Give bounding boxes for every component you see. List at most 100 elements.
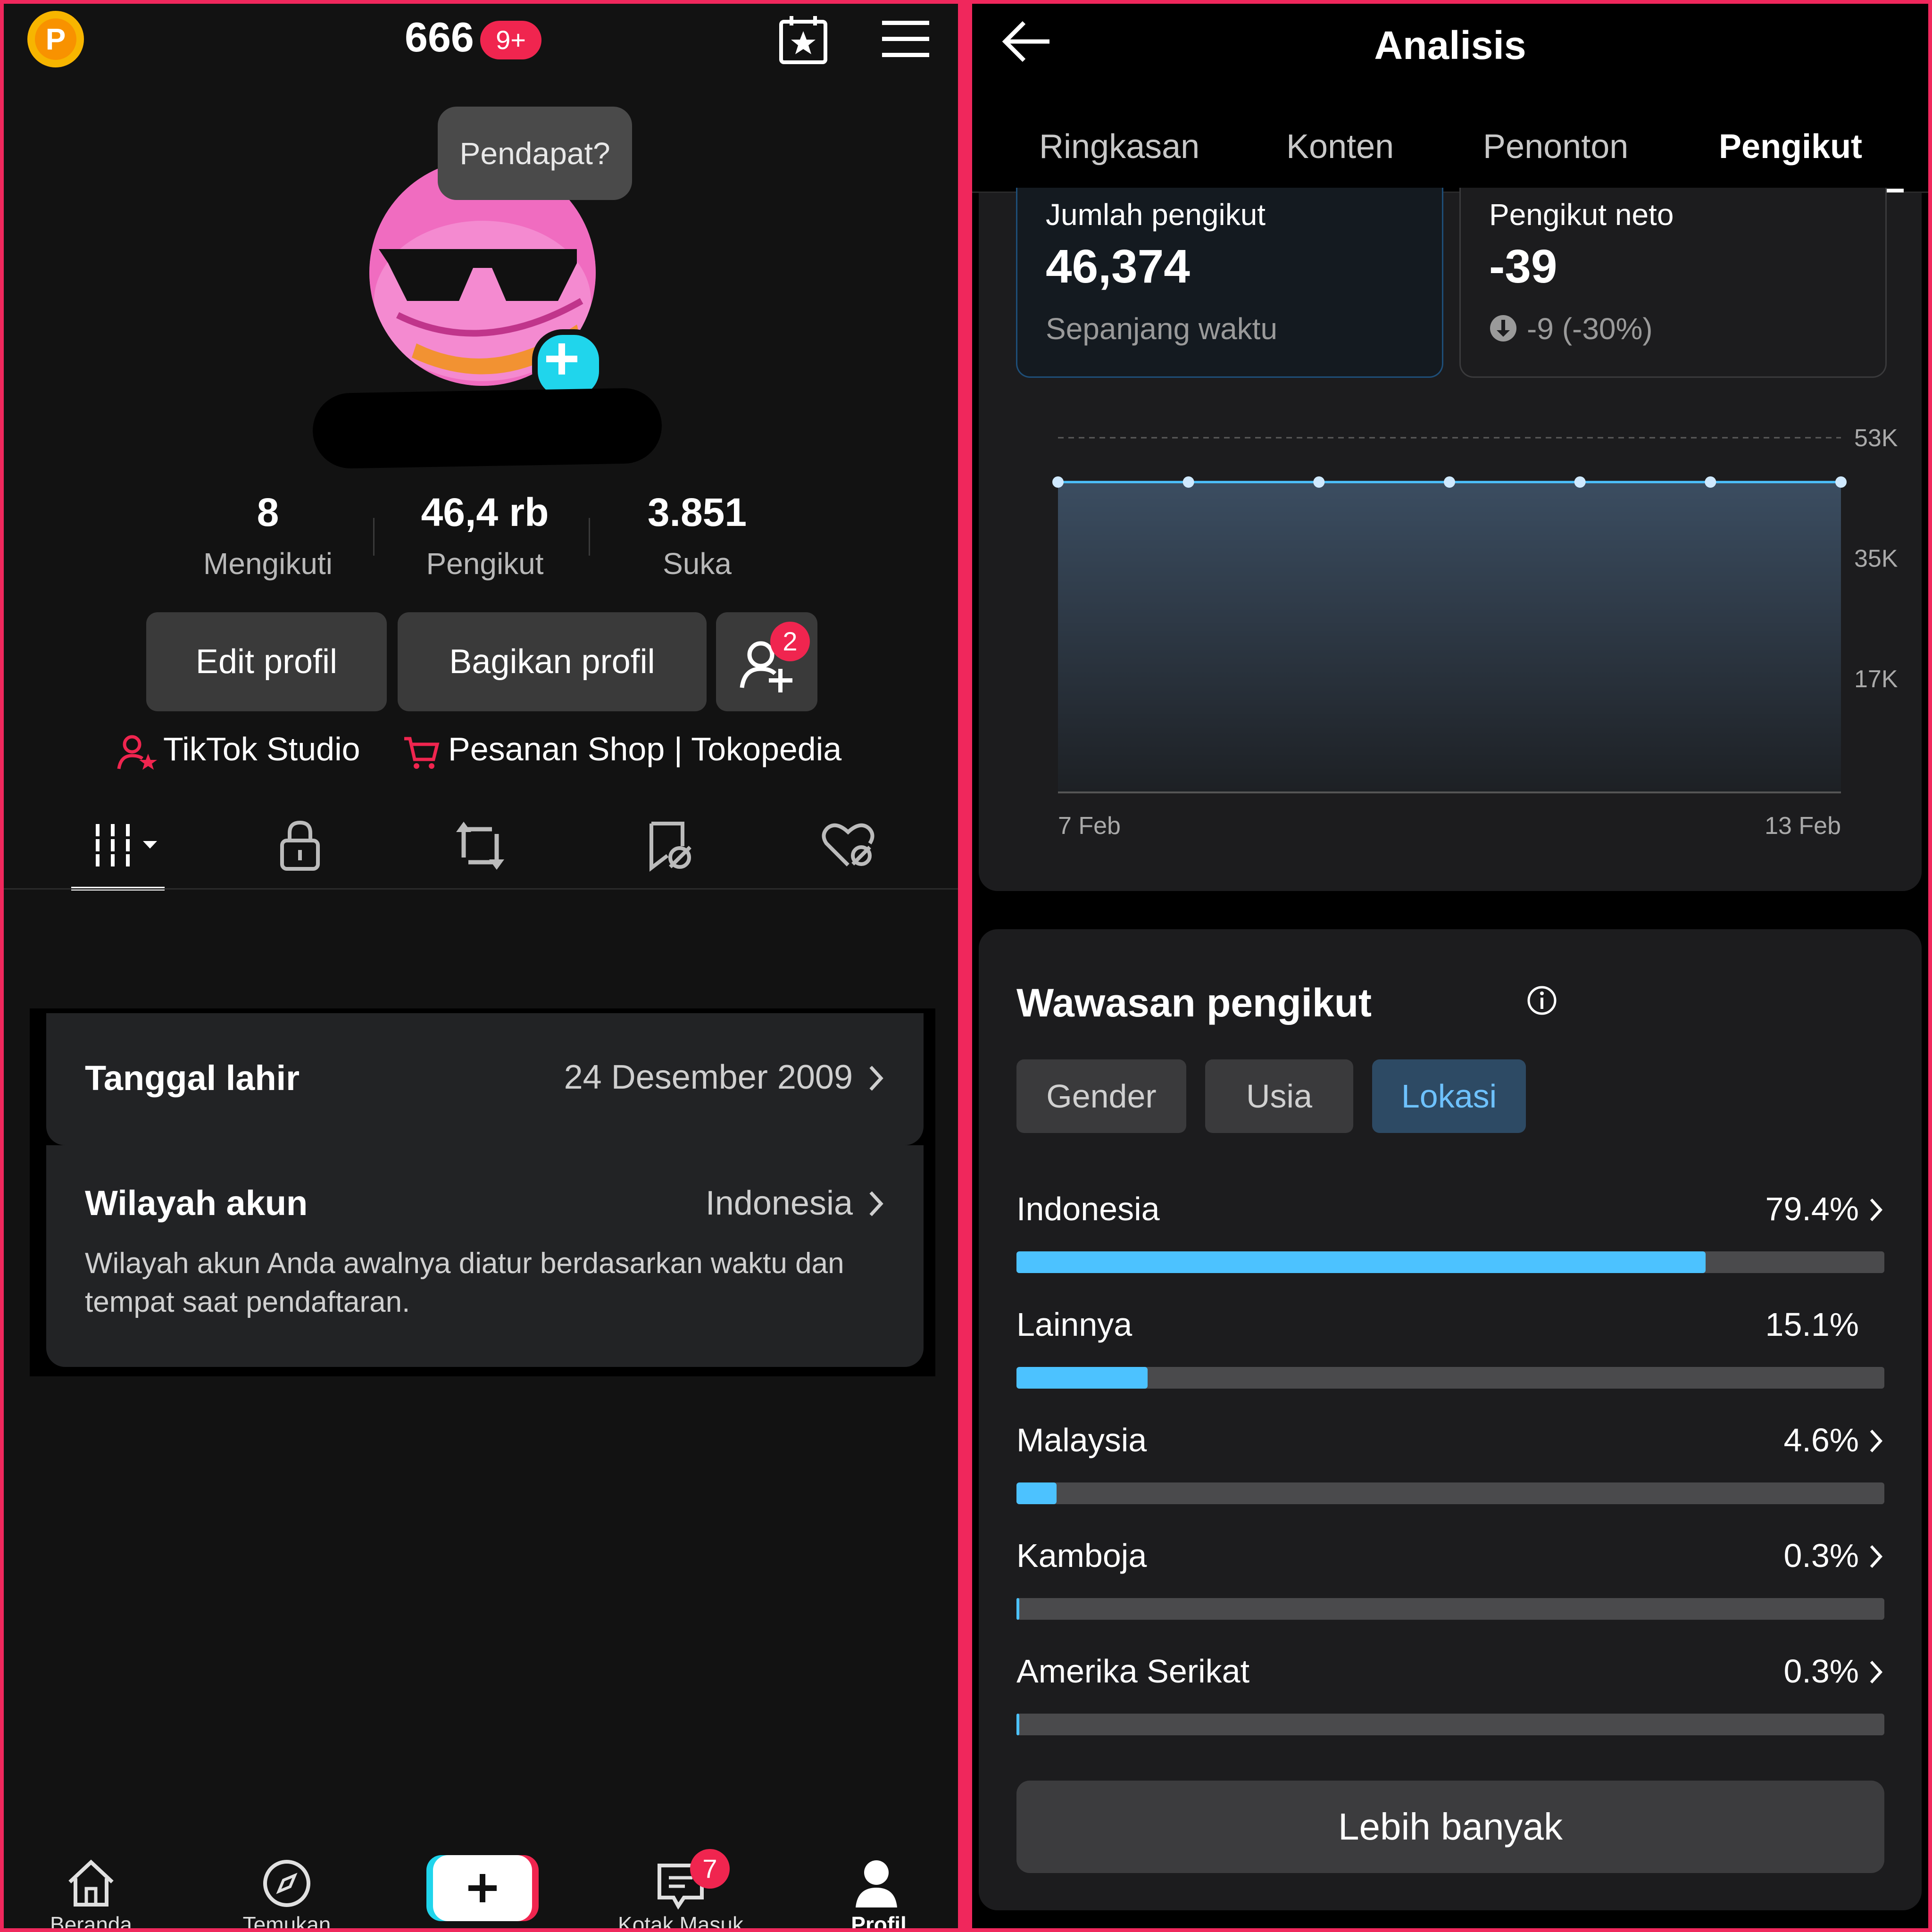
location-percent: 15.1% [1765,1306,1859,1343]
grid-icon[interactable] [91,822,162,869]
chevron-right-icon [867,1190,886,1218]
total-followers-label: Jumlah pengikut [1046,198,1266,232]
birthday-card[interactable]: Tanggal lahir 24 Desember 2009 [46,1013,924,1145]
analytics-screen: Analisis Ringkasan Konten Penonton Pengi… [972,4,1928,1928]
likes-count[interactable]: 3.851 [617,490,777,535]
username-count[interactable]: 666 [405,13,474,61]
y-tick-label: 35K [1854,545,1898,572]
friends-badge: 2 [770,622,810,661]
location-bar-track [1016,1714,1884,1735]
data-point[interactable] [1835,476,1847,488]
chevron-right-icon[interactable] [1868,1659,1884,1685]
data-point[interactable] [1444,476,1455,488]
tiktok-studio-link[interactable]: TikTok Studio [163,730,360,768]
data-point[interactable] [1052,476,1064,488]
nav-inbox-label[interactable]: Kotak Masuk [603,1912,758,1928]
home-icon[interactable] [65,1857,117,1909]
y-tick-label: 53K [1854,425,1898,452]
location-bar-fill [1016,1714,1019,1735]
more-button[interactable]: Lebih banyak [1016,1781,1884,1873]
x-tick-label: 13 Feb [1765,812,1841,840]
lock-icon[interactable] [276,820,324,872]
followers-area [1058,482,1841,792]
chevron-right-icon[interactable] [1868,1543,1884,1570]
x-tick-label: 7 Feb [1058,812,1121,840]
count-badge: 9+ [480,21,541,59]
liked-icon[interactable] [820,820,876,872]
share-profile-button[interactable]: Bagikan profil [398,612,707,711]
bookmark-icon[interactable] [643,820,695,872]
data-point[interactable] [1705,476,1716,488]
calendar-star-icon[interactable] [777,14,829,66]
tab-content[interactable]: Konten [1286,127,1394,166]
birthday-value: 24 Desember 2009 [564,1058,853,1096]
chevron-right-icon[interactable] [1868,1197,1884,1223]
cart-icon [402,734,440,772]
shop-orders-link[interactable]: Pesanan Shop | Tokopedia [448,730,841,768]
net-followers-label: Pengikut neto [1489,198,1674,232]
net-followers-value: -39 [1489,240,1557,293]
location-bar-track [1016,1482,1884,1504]
coin-label: P [35,18,76,60]
location-name[interactable]: Indonesia [1016,1190,1160,1228]
tab-viewers[interactable]: Penonton [1483,127,1628,166]
stat-divider [589,518,590,556]
tabs-divider [4,888,958,890]
location-name[interactable]: Lainnya [1016,1306,1132,1343]
followers-label: Pengikut [426,547,544,581]
chevron-right-icon[interactable] [1868,1428,1884,1454]
create-button[interactable] [433,1855,532,1921]
data-point[interactable] [1574,476,1586,488]
followers-chart: 53K 35K 17K 7 Feb 13 Feb [1052,425,1898,840]
net-followers-change: -9 (-30%) [1527,312,1653,346]
filter-location[interactable]: Lokasi [1372,1059,1526,1133]
total-followers-card[interactable]: Jumlah pengikut 46,374 Sepanjang waktu [1016,188,1443,378]
location-name[interactable]: Amerika Serikat [1016,1652,1249,1690]
page-title: Analisis [1374,23,1526,67]
location-percent: 79.4% [1765,1191,1859,1227]
y-tick-label: 17K [1854,666,1898,693]
nav-profile-label[interactable]: Profil [820,1912,938,1928]
nav-discover-label[interactable]: Temukan [228,1912,346,1928]
region-description-line1: Wilayah akun Anda awalnya diatur berdasa… [85,1247,844,1280]
data-point[interactable] [1183,476,1194,488]
total-followers-sub: Sepanjang waktu [1046,312,1278,346]
birthday-title: Tanggal lahir [85,1058,300,1098]
inbox-badge: 7 [690,1849,730,1889]
likes-label: Suka [663,547,732,581]
data-point[interactable] [1313,476,1325,488]
location-percent: 4.6% [1783,1422,1859,1458]
profile-icon[interactable] [853,1857,900,1909]
filter-gender[interactable]: Gender [1016,1059,1186,1133]
location-bar-track [1016,1251,1884,1273]
location-bar-fill [1016,1482,1057,1504]
tab-summary[interactable]: Ringkasan [1039,127,1199,166]
feedback-tooltip[interactable]: Pendapat? [438,107,632,200]
location-name[interactable]: Kamboja [1016,1537,1147,1574]
total-followers-value: 46,374 [1046,240,1190,293]
nav-home-label[interactable]: Beranda [32,1912,150,1928]
insights-title: Wawasan pengikut [1016,981,1372,1025]
filter-age[interactable]: Usia [1205,1059,1353,1133]
profile-screen: P 666 9+ Pendapat? 8 Mengikuti 46,4 rb P… [4,4,958,1928]
location-bar-track [1016,1367,1884,1389]
redacted-username [312,387,663,469]
location-percent: 0.3% [1783,1653,1859,1690]
location-name[interactable]: Malaysia [1016,1421,1147,1459]
region-description-line2: tempat saat pendaftaran. [85,1286,410,1318]
location-bar-track [1016,1598,1884,1620]
discover-icon[interactable] [261,1857,313,1909]
edit-profile-button[interactable]: Edit profil [146,612,387,711]
tab-followers[interactable]: Pengikut [1719,127,1862,166]
menu-icon[interactable] [881,18,930,60]
repost-icon[interactable] [454,820,506,872]
following-count[interactable]: 8 [202,490,334,535]
following-label: Mengikuti [203,547,333,581]
stat-divider [373,518,375,556]
net-followers-card[interactable]: Pengikut neto -39 -9 (-30%) [1459,188,1887,378]
region-value: Indonesia [705,1184,853,1222]
followers-count[interactable]: 46,4 rb [391,490,579,535]
info-icon[interactable] [1526,985,1557,1016]
coin-icon[interactable]: P [27,11,84,67]
region-card[interactable]: Wilayah akun Indonesia Wilayah akun Anda… [46,1145,924,1367]
